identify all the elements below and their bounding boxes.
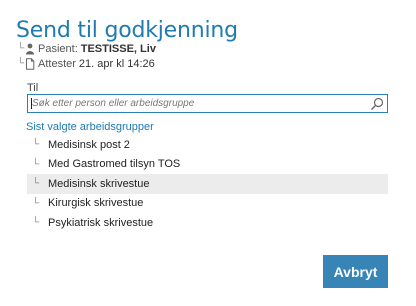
- send-for-approval-dialog: Send til godkjenning └ Pasient: TESTISSE…: [0, 0, 416, 306]
- list-item[interactable]: └ Medisinsk post 2: [27, 135, 388, 155]
- group-label: Medisinsk post 2: [48, 138, 130, 151]
- cancel-button[interactable]: Avbryt: [323, 255, 388, 288]
- group-label: Med Gastromed tilsyn TOS: [48, 158, 181, 171]
- search-icon[interactable]: [369, 96, 385, 112]
- list-item-highlighted[interactable]: └ Medisinsk skrivestue: [27, 174, 388, 194]
- recipient-search-input[interactable]: [28, 95, 369, 112]
- patient-line: └ Pasient: TESTISSE, Liv: [17, 42, 156, 55]
- person-icon: [25, 43, 35, 55]
- list-item[interactable]: └ Kirurgisk skrivestue: [27, 194, 388, 214]
- dialog-title: Send til godkjenning: [16, 18, 238, 43]
- recipient-search-box[interactable]: [27, 94, 388, 113]
- tree-connector: └: [32, 139, 40, 151]
- group-label: Medisinsk skrivestue: [48, 177, 150, 190]
- recent-groups-list: └ Medisinsk post 2 └ Med Gastromed tilsy…: [27, 135, 388, 233]
- tree-connector: └: [32, 178, 40, 190]
- document-icon: [25, 57, 35, 70]
- attester-label: Attester: [38, 57, 76, 70]
- list-item[interactable]: └ Psykiatrisk skrivestue: [27, 213, 388, 233]
- recent-groups-heading: Sist valgte arbeidsgrupper: [26, 121, 154, 133]
- tree-connector: └: [32, 158, 40, 170]
- group-label: Kirurgisk skrivestue: [48, 197, 144, 210]
- tree-connector: └: [17, 43, 25, 54]
- patient-name: TESTISSE, Liv: [80, 42, 156, 55]
- list-item[interactable]: └ Med Gastromed tilsyn TOS: [27, 155, 388, 175]
- patient-label: Pasient:: [38, 42, 78, 55]
- recipient-label: Til: [27, 82, 39, 94]
- tree-connector: └: [32, 197, 40, 209]
- text-caret: [31, 98, 32, 109]
- attester-line: └ Attester 21. apr kl 14:26: [17, 57, 155, 70]
- group-label: Psykiatrisk skrivestue: [48, 216, 154, 229]
- tree-connector: └: [32, 217, 40, 229]
- tree-connector: └: [17, 58, 25, 69]
- attester-timestamp: 21. apr kl 14:26: [78, 57, 155, 70]
